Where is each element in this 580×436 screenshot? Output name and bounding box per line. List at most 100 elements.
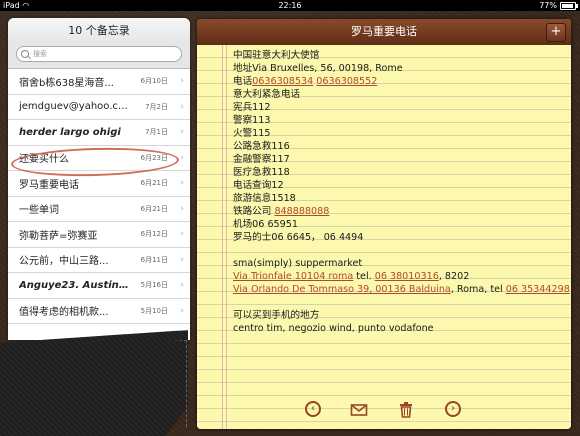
status-bar: iPad ◠ 22:16 77%	[0, 0, 580, 11]
note-line	[233, 244, 563, 257]
note-item-title: 值得考虑的相机款...	[19, 307, 109, 319]
battery-percent: 77%	[539, 1, 557, 10]
chevron-right-icon: ›	[180, 229, 184, 240]
back-arrow-icon[interactable]: ‹	[305, 401, 321, 417]
pocket-stitching	[6, 340, 187, 427]
note-text: 金融警察117	[233, 154, 290, 165]
note-list-item[interactable]: 公元前，中山三路... 6月11日 ›	[8, 248, 190, 273]
note-line: 中国驻意大利大使馆	[233, 49, 563, 62]
note-text: 警察113	[233, 115, 271, 126]
note-text: tel.	[353, 271, 375, 282]
chevron-right-icon: ›	[180, 203, 184, 214]
note-line: 金融警察117	[233, 153, 563, 166]
note-line: 宪兵112	[233, 101, 563, 114]
note-line: 地址Via Bruxelles, 56, 00198, Rome	[233, 62, 563, 75]
note-text: 公路急救116	[233, 141, 290, 152]
trash-icon[interactable]	[397, 401, 415, 419]
detected-link[interactable]: Via Trionfale 10104 roma	[233, 271, 353, 282]
note-list-item[interactable]: 还要买什么 6月23日 ›	[8, 146, 190, 171]
note-line: 医疗急救118	[233, 166, 563, 179]
note-line: 警察113	[233, 114, 563, 127]
note-item-title: 弥勒菩萨=弥赛亚	[19, 230, 98, 242]
chevron-right-icon: ›	[180, 101, 184, 112]
note-list-item[interactable]: 宿舍b栋638星海音... 6月10日 ›	[8, 69, 190, 95]
note-item-title: 宿舍b栋638星海音...	[19, 77, 114, 89]
forward-arrow-icon[interactable]: ›	[445, 401, 461, 417]
note-line: 可以买到手机的地方	[233, 309, 563, 322]
note-list-item[interactable]: herder largo ohigi 7月1日 ›	[8, 120, 190, 146]
note-text: 罗马的士06 6645， 06 4494	[233, 232, 364, 243]
detected-link[interactable]: 0636308534	[252, 76, 313, 87]
note-text: 中国驻意大利大使馆	[233, 50, 320, 61]
note-text: 可以买到手机的地方	[233, 310, 320, 321]
chevron-right-icon: ›	[180, 280, 184, 291]
chevron-right-icon: ›	[180, 152, 184, 163]
note-list-item[interactable]: 一些单词 6月21日 ›	[8, 197, 190, 222]
note-item-date: 6月21日	[140, 179, 168, 188]
detected-link[interactable]: 0636308552	[316, 76, 377, 87]
note-text: 医疗急救118	[233, 167, 290, 178]
note-list-item[interactable]: 值得考虑的相机款... 5月10日 ›	[8, 299, 190, 324]
note-text: 旅游信息1518	[233, 193, 296, 204]
note-line: 机场06 65951	[233, 218, 563, 231]
note-line: centro tim, negozio wind, punto vodafone	[233, 322, 563, 335]
note-text: 机场06 65951	[233, 219, 298, 230]
note-list-item[interactable]: Anguye23. Austinh... 5月16日 ›	[8, 273, 190, 299]
note-list-item[interactable]: 弥勒菩萨=弥赛亚 6月12日 ›	[8, 222, 190, 248]
note-line: sma(simply) suppermarket	[233, 257, 563, 270]
detected-link[interactable]: 06 35344298	[506, 284, 570, 295]
note-text: sma(simply) suppermarket	[233, 258, 363, 269]
chevron-right-icon: ›	[180, 254, 184, 265]
note-text: 地址Via Bruxelles, 56, 00198, Rome	[233, 63, 403, 74]
note-list-item[interactable]: jemdguev@yahoo.co... 7月2日 ›	[8, 95, 190, 120]
detected-link[interactable]: 848888088	[274, 206, 329, 217]
paper-margin	[222, 45, 227, 429]
note-line: 电话0636308534 0636308552	[233, 75, 563, 88]
note-item-title: 公元前，中山三路...	[19, 256, 109, 268]
note-item-title: herder largo ohigi	[19, 126, 121, 138]
note-line: 火警115	[233, 127, 563, 140]
note-item-title: Anguye23. Austinh...	[19, 279, 131, 291]
clock: 22:16	[278, 1, 302, 10]
search-input[interactable]: 搜索	[16, 46, 182, 62]
chevron-right-icon: ›	[180, 178, 184, 189]
note-text: 电话	[233, 76, 253, 87]
note-item-date: 6月12日	[140, 230, 168, 239]
note-item-date: 6月23日	[140, 153, 168, 162]
search-placeholder: 搜索	[33, 50, 47, 58]
detected-link[interactable]: 06 38010316	[375, 271, 439, 282]
note-content[interactable]: 中国驻意大利大使馆地址Via Bruxelles, 56, 00198, Rom…	[233, 49, 570, 335]
mail-icon[interactable]	[350, 401, 368, 419]
note-text: 火警115	[233, 128, 271, 139]
note-line: Via Trionfale 10104 roma tel. 06 3801031…	[233, 270, 563, 283]
note-item-date: 5月10日	[140, 306, 168, 315]
note-text: 宪兵112	[233, 102, 271, 113]
battery-icon	[560, 1, 578, 10]
add-note-button[interactable]: +	[546, 23, 566, 42]
battery-status: 77%	[539, 0, 578, 11]
note-item-title: 一些单词	[19, 205, 59, 217]
note-line: Via Orlando De Tommaso 39, 00136 Balduin…	[233, 283, 570, 296]
notes-count-title: 10 个备忘录	[8, 18, 190, 44]
note-item-date: 6月11日	[140, 255, 168, 264]
note-item-date: 7月1日	[145, 128, 168, 137]
note-pad: 罗马重要电话 + 中国驻意大利大使馆 地址Via Bruxelles, 56, 0…	[197, 19, 571, 429]
note-list-item[interactable]: 罗马重要电话 6月21日 ›	[8, 171, 190, 197]
note-line: 铁路公司 848888088	[233, 205, 563, 218]
note-text: , 8202	[438, 271, 470, 282]
note-toolbar: ‹ ›	[197, 401, 571, 421]
note-line: 罗马的士06 6645， 06 4494	[233, 231, 563, 244]
note-item-title: 罗马重要电话	[19, 179, 79, 191]
notes-list-panel: 10 个备忘录 搜索 宿舍b栋638星海音... 6月10日 › jemdguev@y…	[8, 18, 190, 340]
detected-link[interactable]: Via Orlando De Tommaso 39, 00136 Balduin…	[233, 284, 451, 295]
note-item-date: 7月2日	[145, 102, 168, 111]
note-item-title: 还要买什么	[19, 154, 69, 166]
search-icon	[21, 50, 29, 58]
notes-list: 宿舍b栋638星海音... 6月10日 › jemdguev@yahoo.co... 7…	[8, 69, 190, 324]
note-item-title: jemdguev@yahoo.co...	[19, 101, 131, 113]
chevron-right-icon: ›	[180, 127, 184, 138]
note-item-date: 6月10日	[140, 77, 168, 86]
note-line	[233, 296, 563, 309]
note-line: 意大利紧急电话	[233, 88, 563, 101]
note-text: 意大利紧急电话	[233, 89, 301, 100]
